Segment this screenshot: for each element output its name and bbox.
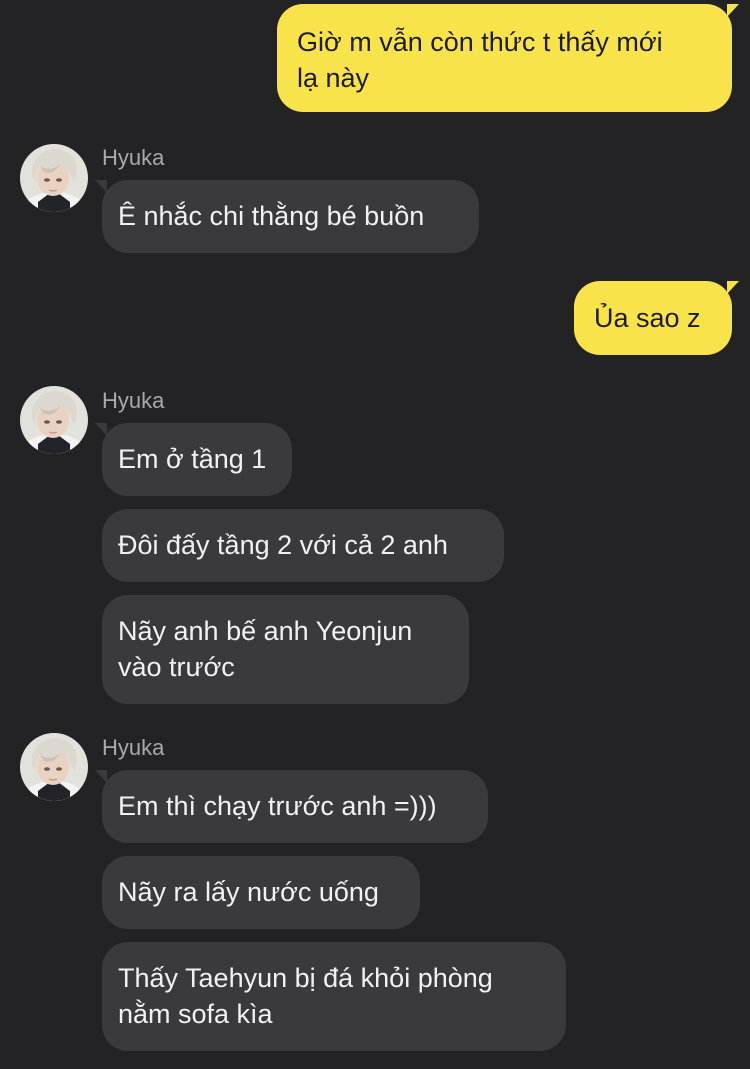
message-text: Em ở tầng 1 bbox=[118, 444, 267, 474]
sender-name: Hyuka bbox=[102, 145, 165, 170]
message-text: Ê nhắc chi thằng bé buồn bbox=[118, 201, 425, 231]
outgoing-message-bubble[interactable]: Ủa sao z bbox=[574, 281, 739, 355]
sender-avatar-icon[interactable] bbox=[20, 144, 88, 212]
incoming-message-bubble[interactable]: Thấy Taehyun bị đá khỏi phòng nằm sofa k… bbox=[102, 942, 566, 1051]
sender-avatar-icon[interactable] bbox=[20, 386, 88, 454]
sender-name: Hyuka bbox=[102, 735, 165, 760]
sender-name: Hyuka bbox=[102, 388, 165, 413]
incoming-message-bubble[interactable]: Đôi đấy tầng 2 với cả 2 anh bbox=[102, 509, 504, 582]
message-text: Nãy anh bế anh Yeonjun vào trước bbox=[118, 616, 413, 682]
message-text: Em thì chạy trước anh =))) bbox=[118, 791, 437, 821]
sender-avatar-icon[interactable] bbox=[20, 733, 88, 801]
incoming-message-bubble[interactable]: Em thì chạy trước anh =))) bbox=[95, 770, 488, 843]
message-text: Thấy Taehyun bị đá khỏi phòng nằm sofa k… bbox=[118, 963, 493, 1029]
incoming-message-bubble[interactable]: Ê nhắc chi thằng bé buồn bbox=[95, 180, 479, 253]
incoming-message-bubble[interactable]: Nãy anh bế anh Yeonjun vào trước bbox=[102, 595, 469, 704]
incoming-message-bubble[interactable]: Nãy ra lấy nước uống bbox=[102, 856, 420, 929]
message-text: Đôi đấy tầng 2 với cả 2 anh bbox=[118, 530, 448, 560]
message-text: Nãy ra lấy nước uống bbox=[118, 877, 379, 907]
message-text: Giờ m vẫn còn thức t thấy mới lạ này bbox=[297, 27, 663, 93]
outgoing-message-bubble[interactable]: Giờ m vẫn còn thức t thấy mới lạ này bbox=[277, 4, 739, 112]
message-text: Ủa sao z bbox=[594, 303, 701, 333]
incoming-message-bubble[interactable]: Em ở tầng 1 bbox=[95, 423, 292, 496]
